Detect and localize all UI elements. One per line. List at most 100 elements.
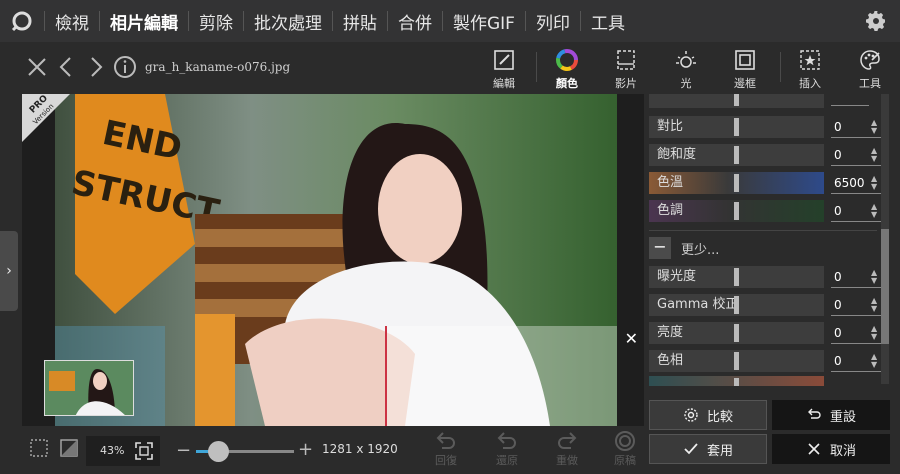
app-logo-icon[interactable] — [0, 0, 44, 42]
image-canvas[interactable]: END STRUCT PRO Version ✕ — [22, 94, 644, 426]
adjustment-slider[interactable]: 色相 — [649, 350, 824, 372]
info-icon[interactable] — [112, 54, 138, 80]
slider-handle[interactable] — [734, 202, 739, 220]
frame-icon — [735, 50, 755, 70]
edit-toolbar: gra_h_kaname-o076.jpg 編輯 顏色 影片 光 邊框 插入 工… — [0, 42, 900, 94]
chevron-right-icon: › — [6, 263, 12, 279]
nav-item[interactable]: 列印 — [526, 0, 580, 42]
adjustment-row: 對比 0 ▲ ▼ — [649, 116, 881, 140]
less-label: 更少... — [681, 242, 720, 258]
adjustment-row: 曝光度 0 ▲ ▼ — [649, 266, 881, 290]
adjustment-slider[interactable]: 亮度 — [649, 322, 824, 344]
cancel-button[interactable]: 取消 — [772, 434, 890, 464]
tool-tools[interactable]: 工具 — [843, 45, 897, 91]
tool-color[interactable]: 顏色 — [540, 45, 594, 91]
undo-label: 還原 — [496, 454, 518, 467]
settings-gear-icon[interactable] — [864, 9, 888, 33]
tool-frame[interactable]: 邊框 — [718, 45, 772, 91]
adjustment-row: 色調 0 ▲ ▼ — [649, 200, 881, 224]
insert-star-icon — [800, 50, 820, 70]
adjustment-label: 色溫 — [657, 175, 684, 190]
zoom-slider-thumb[interactable] — [208, 441, 229, 462]
pro-version-badge: PRO Version — [22, 94, 70, 142]
nav-item[interactable]: 剪除 — [189, 0, 243, 42]
spinner-arrows-icon[interactable]: ▲ ▼ — [871, 175, 877, 191]
slider-handle[interactable] — [734, 146, 739, 164]
panel-scrollbar[interactable] — [881, 94, 889, 384]
adjustment-label: 亮度 — [657, 325, 684, 340]
spinner-arrows-icon[interactable]: ▲ ▼ — [871, 297, 877, 313]
scrollbar-thumb[interactable] — [881, 229, 889, 344]
original-button[interactable]: 原稿 — [605, 430, 645, 468]
nav-item[interactable]: 工具 — [581, 0, 635, 42]
next-arrow-icon[interactable] — [82, 54, 108, 80]
tool-label: 光 — [680, 77, 692, 90]
close-icon[interactable] — [24, 54, 50, 80]
zoom-out-icon[interactable]: − — [176, 440, 191, 461]
photo-preview[interactable]: END STRUCT — [55, 94, 617, 426]
nav-item[interactable]: 相片編輯 — [100, 0, 188, 42]
nav-item[interactable]: 合併 — [388, 0, 442, 42]
adjustment-slider[interactable]: 飽和度 — [649, 144, 824, 166]
compare-label: 比較 — [706, 409, 733, 425]
adjustment-row: 亮度 0 ▲ ▼ — [649, 322, 881, 346]
revert-button[interactable]: 回復 — [426, 430, 466, 468]
nav-item[interactable]: 檢視 — [45, 0, 99, 42]
nav-item[interactable]: 拼貼 — [333, 0, 387, 42]
adjustment-slider[interactable]: Gamma 校正 — [649, 294, 824, 316]
adjustment-label: 對比 — [657, 119, 684, 134]
compare-button[interactable]: 比較 — [649, 400, 767, 430]
spinner-arrows-icon[interactable]: ▲ ▼ — [871, 119, 877, 135]
slider-handle[interactable] — [734, 324, 739, 342]
slider-handle[interactable] — [734, 296, 739, 314]
spinner-arrows-icon[interactable]: ▲ ▼ — [871, 147, 877, 163]
slider-handle[interactable] — [734, 174, 739, 192]
navigator-thumbnail[interactable] — [44, 360, 134, 416]
spinner-arrows-icon[interactable]: ▲ ▼ — [871, 353, 877, 369]
slider-handle[interactable] — [734, 118, 739, 136]
tool-insert[interactable]: 插入 — [783, 45, 837, 91]
adjustment-row-partial — [649, 94, 869, 110]
adjustment-slider[interactable]: 對比 — [649, 116, 824, 138]
spinner-arrows-icon[interactable]: ▲ ▼ — [871, 269, 877, 285]
tool-light[interactable]: 光 — [659, 45, 713, 91]
slider-handle[interactable] — [734, 268, 739, 286]
adjustment-slider[interactable]: 曝光度 — [649, 266, 824, 288]
adjustment-label: Gamma 校正 — [657, 297, 739, 312]
expand-sidebar-handle[interactable]: › — [0, 231, 18, 311]
selection-icon[interactable] — [28, 437, 50, 459]
spinner-arrows-icon[interactable]: ▲ ▼ — [871, 325, 877, 341]
film-icon — [617, 50, 635, 70]
previous-arrow-icon[interactable] — [54, 54, 80, 80]
nav-item[interactable]: 批次處理 — [244, 0, 332, 42]
zoom-in-icon[interactable]: + — [298, 439, 313, 460]
split-view-icon[interactable] — [58, 437, 80, 459]
adjustment-label: 色相 — [657, 353, 684, 368]
original-label: 原稿 — [614, 454, 636, 467]
less-toggle[interactable]: − 更少... — [649, 237, 719, 259]
cancel-label: 取消 — [829, 443, 856, 459]
adjustment-slider[interactable]: 色溫 — [649, 172, 824, 194]
nav-item[interactable]: 製作GIF — [443, 0, 525, 42]
slider-handle[interactable] — [734, 352, 739, 370]
revert-label: 回復 — [435, 454, 457, 467]
adjustment-slider[interactable]: 色調 — [649, 200, 824, 222]
adjustment-row: Gamma 校正 0 ▲ ▼ — [649, 294, 881, 318]
adjustment-panel: 對比 0 ▲ ▼ 飽和度 0 ▲ ▼ 色溫 6500 ▲ ▼ 色調 0 ▲ ▼ − 更少... 曝光度 0 ▲ ▼ G… — [644, 94, 900, 430]
fit-screen-icon[interactable] — [134, 441, 154, 461]
apply-button[interactable]: 套用 — [649, 434, 767, 464]
reset-button[interactable]: 重設 — [772, 400, 890, 430]
revert-icon — [436, 432, 455, 449]
undo-button[interactable]: 還原 — [487, 430, 527, 468]
redo-button[interactable]: 重做 — [547, 430, 587, 468]
tool-label: 工具 — [859, 77, 881, 90]
spinner-arrows-icon[interactable]: ▲ ▼ — [871, 203, 877, 219]
tool-film[interactable]: 影片 — [599, 45, 653, 91]
undo-icon — [497, 432, 516, 449]
adjustment-row: 色相 0 ▲ ▼ — [649, 350, 881, 374]
adjustment-label: 飽和度 — [657, 147, 697, 162]
tool-label: 影片 — [615, 77, 637, 90]
close-overlay-icon[interactable]: ✕ — [625, 329, 638, 348]
original-icon — [615, 431, 635, 451]
tool-edit[interactable]: 編輯 — [477, 45, 531, 91]
